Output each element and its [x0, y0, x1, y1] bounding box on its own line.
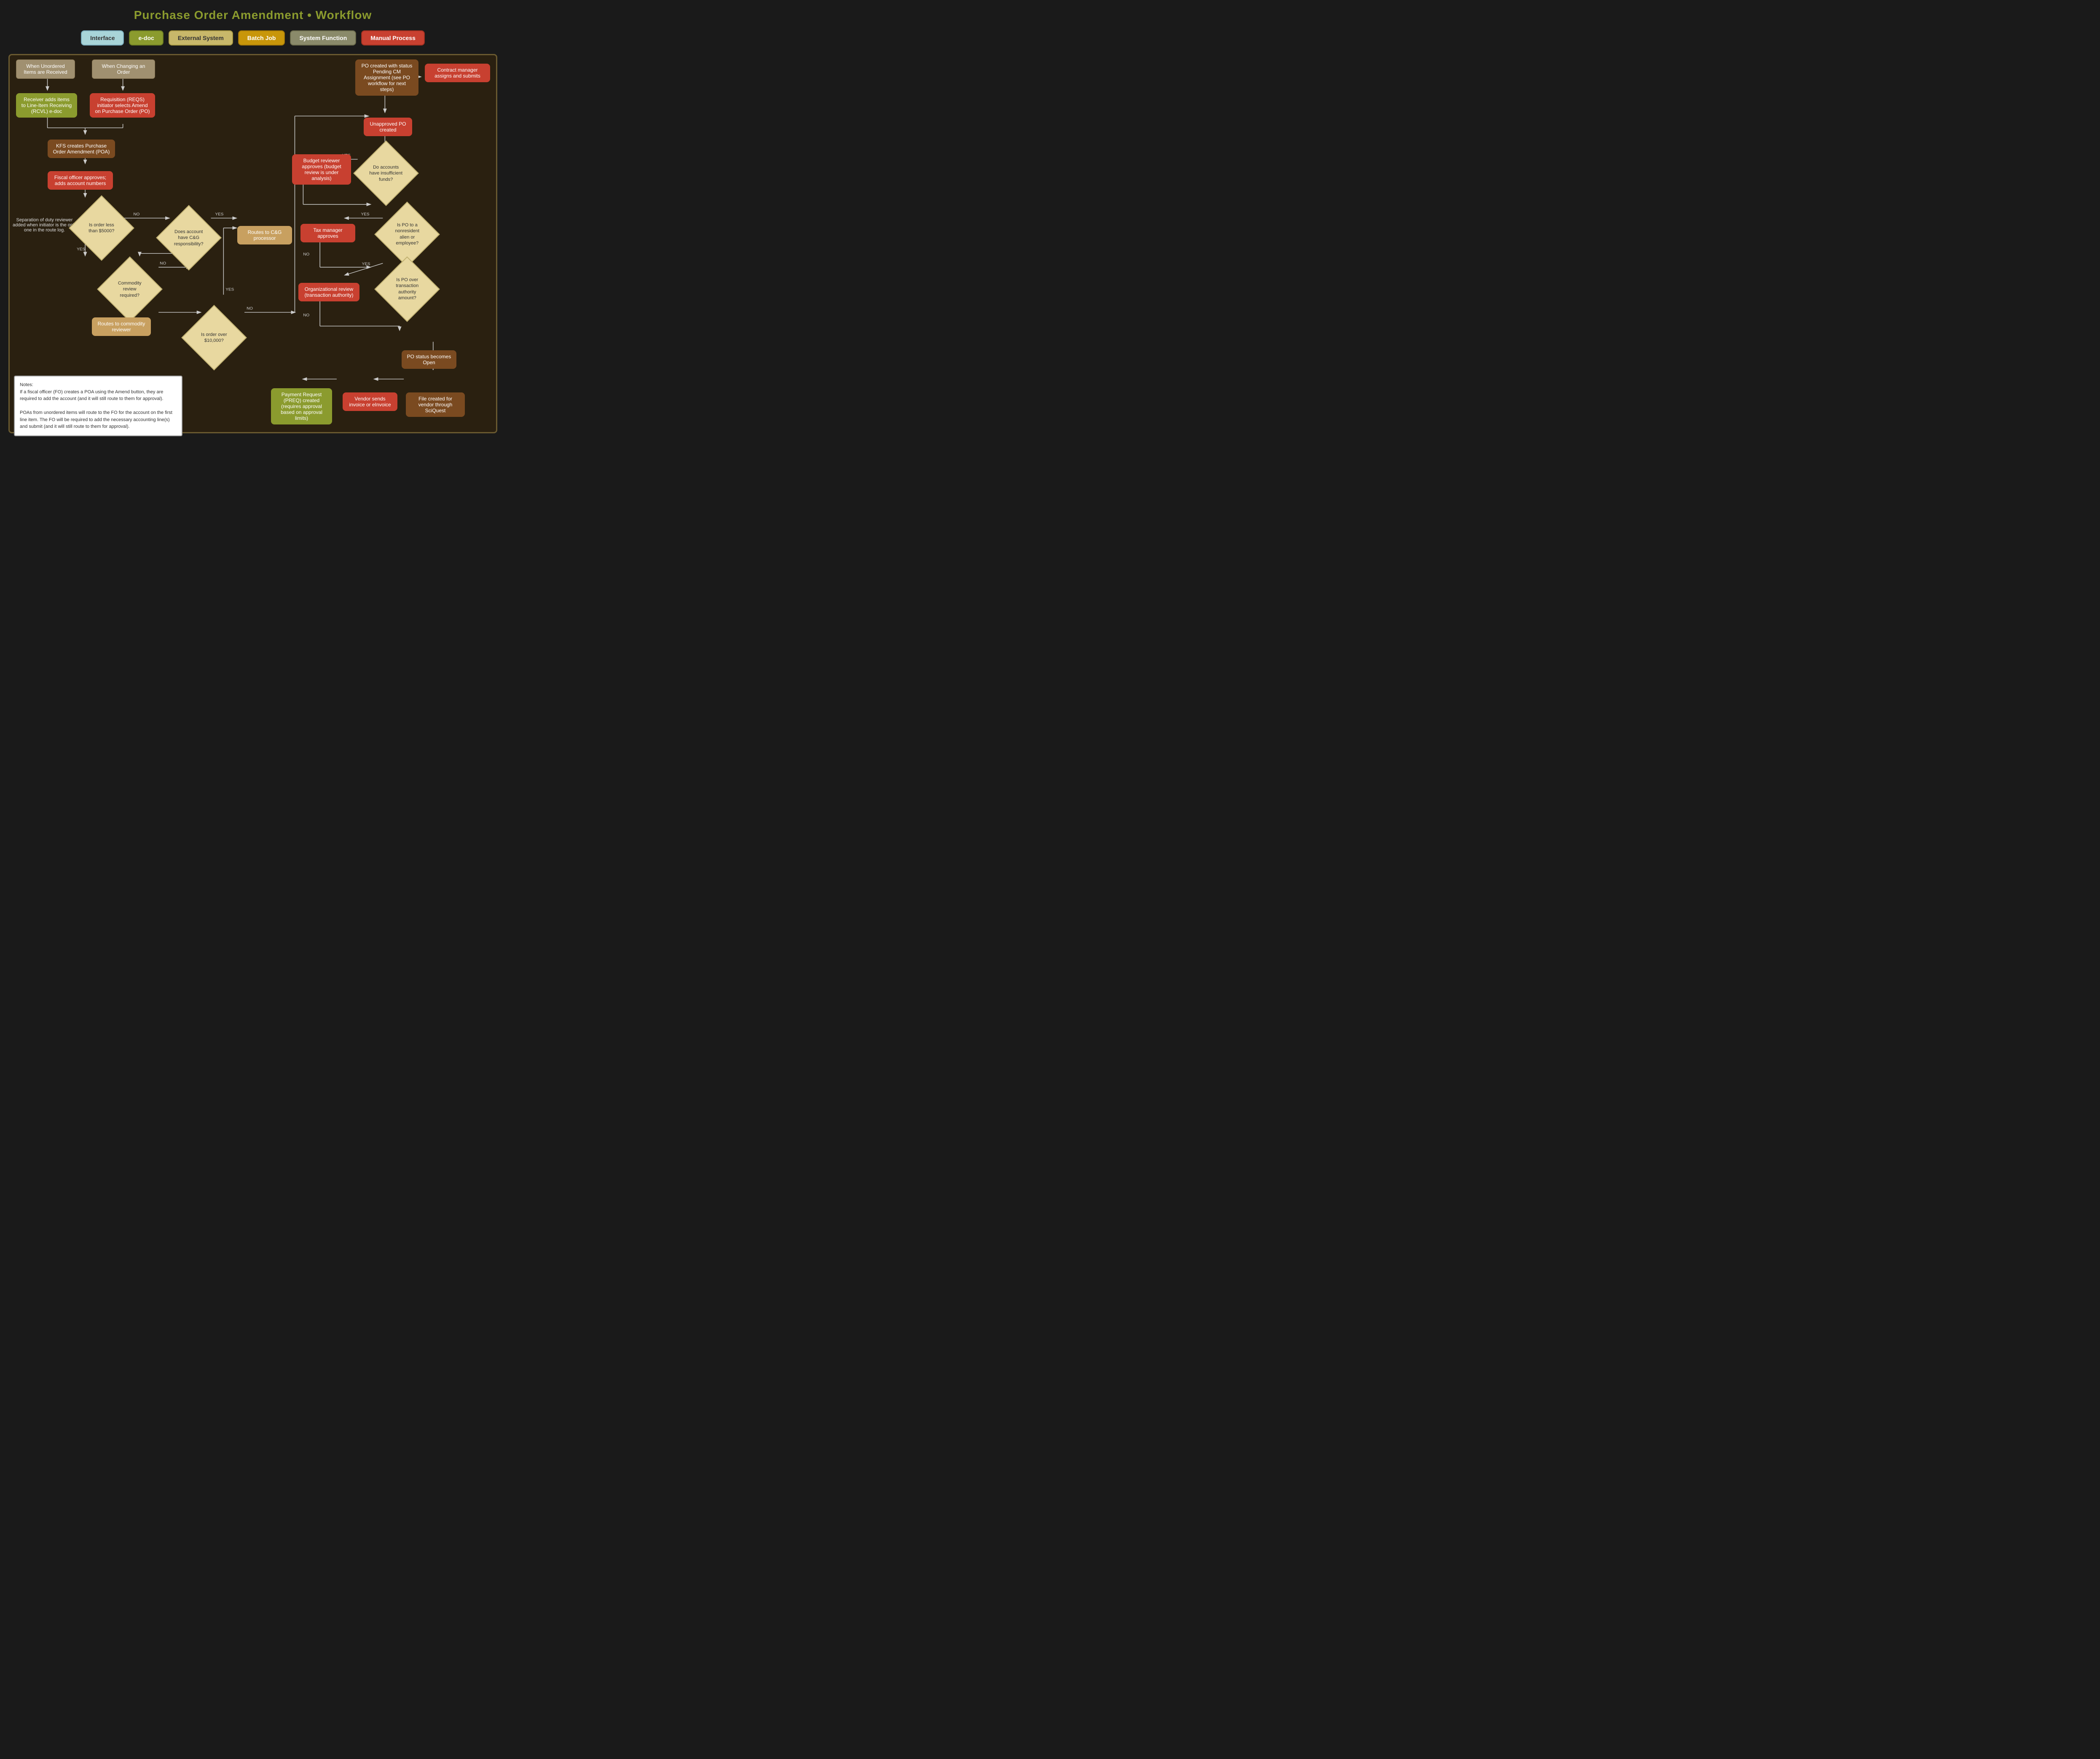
diamond-nonresident-label: Is PO to a nonresident alien or employee…: [388, 220, 426, 248]
diamond-nonresident: Is PO to a nonresident alien or employee…: [384, 211, 430, 258]
kfs-box: KFS creates Purchase Order Amendment (PO…: [48, 140, 115, 158]
svg-text:NO: NO: [160, 261, 166, 266]
budget-reviewer-node: Budget reviewer approves (budget review …: [292, 154, 351, 185]
svg-text:NO: NO: [303, 252, 309, 257]
legend-external: External System: [169, 30, 233, 46]
contract-manager-node: Contract manager assigns and submits: [425, 64, 490, 82]
file-created-node: File created for vendor through SciQuest: [406, 392, 465, 417]
svg-text:NO: NO: [133, 212, 139, 217]
svg-text:NO: NO: [247, 306, 253, 311]
legend: Interface e-doc External System Batch Jo…: [8, 30, 497, 46]
trigger-unordered: When Unordered Items are Received: [16, 59, 75, 79]
requisition-node: Requisition (REQS) initiator selects Ame…: [90, 93, 155, 118]
budget-reviewer-box: Budget reviewer approves (budget review …: [292, 154, 351, 185]
fiscal-node: Fiscal officer approves; adds account nu…: [48, 171, 113, 190]
tax-manager-node: Tax manager approves: [300, 224, 355, 242]
kfs-node: KFS creates Purchase Order Amendment (PO…: [48, 140, 115, 158]
routes-commodity-box: Routes to commodity reviewer: [92, 317, 151, 336]
po-open-box: PO status becomes Open: [402, 350, 456, 369]
vendor-sends-node: Vendor sends invoice or eInvoice: [343, 392, 397, 411]
routes-cg-box: Routes to C&G processor: [237, 226, 292, 244]
legend-interface: Interface: [81, 30, 124, 46]
diamond-authority: Is PO over transaction authority amount?: [384, 266, 430, 312]
svg-text:YES: YES: [361, 212, 370, 217]
diamond-funds: Do accounts have insufficient funds?: [363, 150, 409, 196]
notes-text: Notes: If a fiscal officer (FO) creates …: [20, 381, 177, 430]
diamond-10k: Is order over $10,000?: [191, 314, 237, 361]
page-title: Purchase Order Amendment • Workflow: [8, 8, 497, 22]
trigger-changing: When Changing an Order: [92, 59, 155, 79]
diamond-commodity-shape: Commodity review required?: [97, 256, 163, 322]
routes-commodity-node: Routes to commodity reviewer: [92, 317, 151, 336]
diamond-5k-label: Is order less than $5000?: [83, 220, 121, 236]
diamond-10k-shape: Is order over $10,000?: [181, 305, 247, 371]
svg-text:NO: NO: [303, 313, 309, 318]
legend-system: System Function: [290, 30, 356, 46]
separation-note: Separation of duty reviewer added when i…: [12, 218, 77, 233]
diamond-funds-label: Do accounts have insufficient funds?: [367, 162, 405, 185]
diamond-cg-label: Does account have C&G responsibility?: [170, 227, 208, 249]
svg-text:YES: YES: [362, 262, 370, 266]
file-created-box: File created for vendor through SciQuest: [406, 392, 465, 417]
payment-request-node: Payment Request (PREQ) created (requires…: [271, 388, 332, 424]
diamond-commodity-label: Commodity review required?: [111, 278, 149, 301]
diamond-authority-label: Is PO over transaction authority amount?: [388, 275, 426, 303]
unapproved-po-box: Unapproved PO created: [364, 118, 412, 136]
trigger-unordered-box: When Unordered Items are Received: [16, 59, 75, 79]
separation-text: Separation of duty reviewer added when i…: [12, 218, 77, 233]
po-open-node: PO status becomes Open: [402, 350, 456, 369]
receiver-box: Receiver adds items to Line-Item Receivi…: [16, 93, 77, 118]
vendor-sends-box: Vendor sends invoice or eInvoice: [343, 392, 397, 411]
org-review-node: Organizational review (transaction autho…: [298, 283, 359, 301]
legend-batch: Batch Job: [238, 30, 285, 46]
workflow-area: NO YES YES NO YES NO YES NO YES: [8, 54, 497, 433]
org-review-box: Organizational review (transaction autho…: [298, 283, 359, 301]
diamond-commodity: Commodity review required?: [107, 266, 153, 312]
diamond-authority-shape: Is PO over transaction authority amount?: [374, 256, 440, 322]
payment-request-box: Payment Request (PREQ) created (requires…: [271, 388, 332, 424]
diamond-10k-label: Is order over $10,000?: [195, 330, 233, 346]
diamond-5k: Is order less than $5000?: [78, 205, 125, 251]
po-pending-box: PO created with status Pending CM Assign…: [355, 59, 418, 96]
diamond-5k-shape: Is order less than $5000?: [69, 195, 134, 261]
contract-manager-box: Contract manager assigns and submits: [425, 64, 490, 82]
svg-text:YES: YES: [225, 287, 234, 292]
svg-text:YES: YES: [215, 212, 223, 217]
legend-edoc: e-doc: [129, 30, 163, 46]
fiscal-box: Fiscal officer approves; adds account nu…: [48, 171, 113, 190]
po-pending-node: PO created with status Pending CM Assign…: [355, 59, 418, 96]
diamond-funds-shape: Do accounts have insufficient funds?: [353, 140, 419, 206]
routes-cg-node: Routes to C&G processor: [237, 226, 292, 244]
diamond-cg: Does account have C&G responsibility?: [166, 215, 212, 261]
legend-manual: Manual Process: [361, 30, 425, 46]
requisition-box: Requisition (REQS) initiator selects Ame…: [90, 93, 155, 118]
tax-manager-box: Tax manager approves: [300, 224, 355, 242]
trigger-changing-box: When Changing an Order: [92, 59, 155, 79]
receiver-node: Receiver adds items to Line-Item Receivi…: [16, 93, 77, 118]
notes-box: Notes: If a fiscal officer (FO) creates …: [14, 376, 182, 436]
notes-section: Notes: If a fiscal officer (FO) creates …: [14, 376, 182, 436]
unapproved-po-node: Unapproved PO created: [364, 118, 412, 136]
diamond-cg-shape: Does account have C&G responsibility?: [156, 205, 222, 271]
